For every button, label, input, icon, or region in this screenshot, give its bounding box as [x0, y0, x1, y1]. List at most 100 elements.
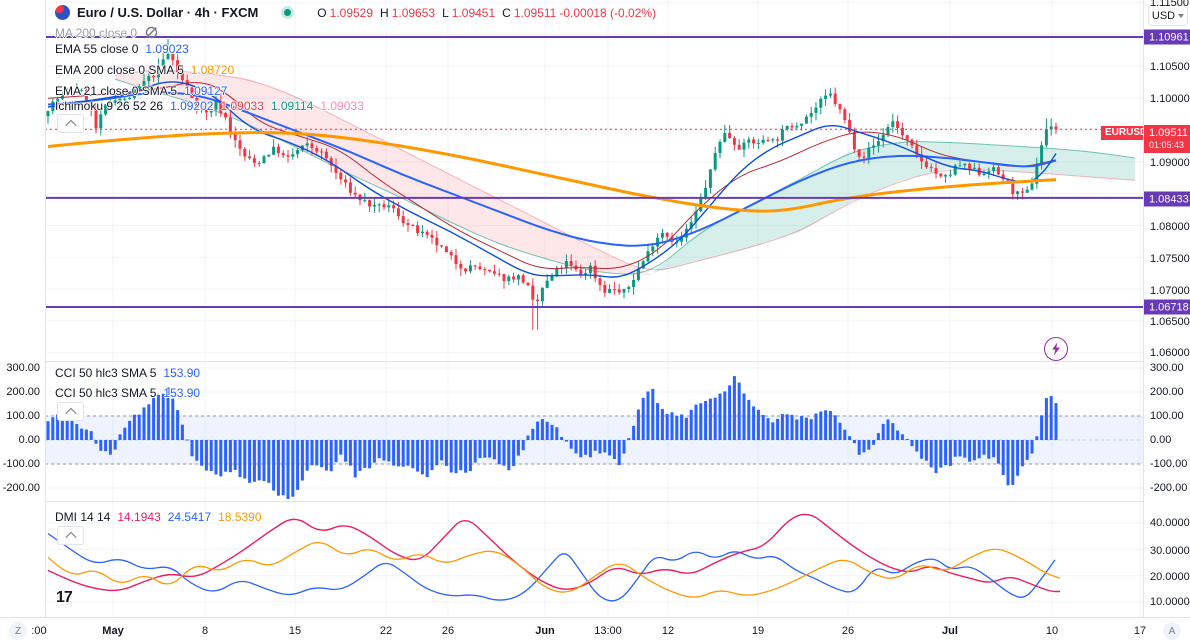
time-axis[interactable]: Z A :00 May 8 15 22 26 Jun 13:00 12 19 26 Jul 10 17 [0, 617, 1190, 644]
right-price-axis[interactable]: USD 1.09511 01:05:43 1.11500 1.10500 1.100… [1143, 0, 1190, 617]
indicator-axis-label: -100.00 [2, 458, 40, 470]
pane-separator[interactable] [0, 501, 1190, 502]
price-level-badge: 1.06718 [1144, 299, 1190, 315]
legend-label: CCI 50 hlc3 SMA 5 [55, 366, 157, 380]
last-price-value: 1.09511 [1149, 127, 1188, 139]
legend-cci-2[interactable]: CCI 50 hlc3 SMA 5 153.90 [55, 386, 200, 400]
legend-label: EMA 55 close 0 [55, 42, 139, 56]
time-axis-label: Jun [535, 625, 555, 637]
symbol-icon [55, 5, 70, 20]
time-axis-label: 15 [288, 625, 302, 637]
legend-ichimoku[interactable]: Ichimoku 9 26 52 26 1.09202 1.09033 1.09… [55, 99, 364, 113]
time-axis-label: 13:00 [594, 625, 622, 637]
open-value: 1.09529 [329, 5, 374, 20]
price-axis-label: 20.0000 [1150, 571, 1190, 583]
price-level-badge: 1.10961 [1144, 29, 1190, 45]
chevron-up-icon [64, 531, 77, 543]
low-label: L [442, 5, 449, 20]
legend-value: 24.5417 [167, 510, 212, 524]
legend-cci-1[interactable]: CCI 50 hlc3 SMA 5 153.90 [55, 366, 200, 380]
legend-label: CCI 50 hlc3 SMA 5 [55, 386, 157, 400]
open-label: O [317, 5, 327, 20]
flash-alert-button[interactable] [1044, 337, 1068, 361]
ohlc-readout: O 1.09529 H 1.09653 L 1.09451 C 1.09511 … [317, 6, 656, 20]
left-price-axis[interactable]: 300.00 200.00 100.00 0.00 -100.00 -200.00 [0, 0, 46, 617]
price-axis-label: 1.06000 [1150, 347, 1190, 359]
price-axis-label: 1.08000 [1150, 221, 1190, 233]
price-axis-label: 1.07000 [1150, 285, 1190, 297]
legend-value: 18.5390 [218, 510, 262, 524]
trading-chart-app: Euro / U.S. Dollar · 4h · FXCM O 1.09529… [0, 0, 1190, 644]
last-price-badge: 1.09511 01:05:43 [1144, 125, 1190, 153]
legend-ma200[interactable]: MA 200 close 0 [55, 25, 159, 40]
chevron-up-icon [64, 407, 77, 419]
price-axis-label: 100.00 [1150, 410, 1184, 422]
price-axis-label: 1.11500 [1150, 0, 1189, 9]
legend-value: 1.08720 [190, 63, 235, 77]
price-axis-label: -200.00 [1150, 482, 1188, 494]
adjust-button[interactable]: A [1163, 622, 1181, 640]
time-axis-label: 22 [379, 625, 393, 637]
price-axis-label: 200.00 [1150, 386, 1184, 398]
price-level-badge: 1.08433 [1144, 191, 1190, 207]
time-axis-label: 12 [661, 625, 675, 637]
legend-label: EMA 200 close 0 SMA 5 [55, 63, 184, 77]
close-value: 1.09511 [513, 5, 557, 20]
low-value: 1.09451 [451, 5, 496, 20]
price-axis-label: 1.06500 [1150, 316, 1190, 328]
price-axis-label: 1.10000 [1150, 93, 1190, 105]
legend-value: 153.90 [163, 366, 201, 380]
indicator-axis-label: 200.00 [6, 386, 40, 398]
market-status-dot[interactable] [284, 9, 292, 16]
price-axis-label: 300.00 [1150, 362, 1184, 374]
time-axis-label: 26 [441, 625, 455, 637]
legend-ema55[interactable]: EMA 55 close 0 1.09023 [55, 42, 189, 56]
time-axis-label: 26 [841, 625, 855, 637]
legend-value: 153.90 [163, 386, 201, 400]
legend-label: DMI 14 14 [55, 510, 111, 524]
time-axis-label: 19 [751, 625, 765, 637]
high-value: 1.09653 [391, 5, 436, 20]
legend-value: 1.09202 [170, 99, 214, 113]
bar-countdown: 01:05:43 [1149, 140, 1185, 150]
collapse-main-legend-button[interactable] [57, 114, 84, 133]
pane-separator[interactable] [0, 361, 1190, 362]
legend-value: 14.1943 [117, 510, 161, 524]
price-axis-label: 30.0000 [1150, 545, 1190, 557]
price-axis-label: 1.07500 [1150, 253, 1190, 265]
time-axis-label: May [102, 625, 124, 637]
change-value: -0.00018 (-0.02%) [559, 5, 657, 20]
time-axis-label: 10 [1045, 625, 1059, 637]
price-axis-label: 10.0000 [1150, 596, 1190, 608]
price-axis-label: 1.10500 [1150, 61, 1190, 73]
legend-ema200[interactable]: EMA 200 close 0 SMA 5 1.08720 [55, 63, 234, 77]
legend-value: 1.09127 [184, 84, 228, 98]
chevron-down-icon [1178, 13, 1185, 18]
eye-slash-icon[interactable] [144, 25, 159, 40]
legend-value: 1.09033 [220, 99, 264, 113]
chevron-up-icon [64, 119, 77, 131]
price-axis-label: 1.09000 [1150, 157, 1190, 169]
timezone-button[interactable]: Z [9, 622, 27, 640]
symbol-title[interactable]: Euro / U.S. Dollar · 4h · FXCM [77, 5, 258, 20]
legend-ema21[interactable]: EMA 21 close 0 SMA 5 1.09127 [55, 84, 227, 98]
collapse-dmi-legend-button[interactable] [57, 526, 84, 545]
time-axis-label: 8 [201, 625, 209, 637]
legend-ma200-label: MA 200 close 0 [55, 25, 138, 40]
price-axis-label: 0.00 [1150, 434, 1172, 446]
time-axis-label: 17 [1133, 625, 1147, 637]
legend-value: 1.09023 [145, 42, 189, 56]
indicator-axis-label: 0.00 [18, 434, 40, 446]
legend-label: Ichimoku 9 26 52 26 [55, 99, 164, 113]
chart-header: Euro / U.S. Dollar · 4h · FXCM O 1.09529… [55, 5, 656, 20]
legend-value: 1.09033 [320, 99, 364, 113]
indicator-axis-label: 100.00 [6, 410, 40, 422]
price-axis-label: -100.00 [1150, 458, 1188, 470]
legend-dmi[interactable]: DMI 14 14 14.1943 24.5417 18.5390 [55, 510, 262, 524]
indicator-axis-label: 300.00 [6, 362, 40, 374]
high-label: H [380, 5, 389, 20]
tradingview-logo-icon[interactable]: 17 [56, 589, 73, 607]
indicator-axis-label: -200.00 [2, 482, 40, 494]
collapse-cci-legend-button[interactable] [57, 402, 84, 421]
legend-label: EMA 21 close 0 SMA 5 [55, 84, 178, 98]
